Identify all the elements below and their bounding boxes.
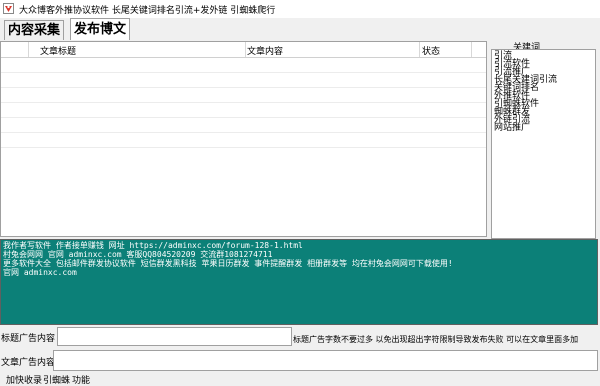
tab-attract-spider[interactable]: 引蜘蛛 — [43, 376, 70, 386]
table-header: 文章标题 文章内容 状态 — [1, 42, 486, 58]
tab-speed-index[interactable]: 加快收录 — [6, 376, 42, 386]
log-line: 官网 adminxc.com — [3, 268, 77, 277]
log-output[interactable]: 我作者写软件 作者接单赚钱 网址 https://adminxc.com/for… — [0, 239, 598, 325]
app-icon — [3, 3, 14, 14]
row-divider — [1, 132, 486, 133]
window-title: 大众博客外推协议软件 长尾关键词排名引流+发外链 引蜘蛛爬行 — [19, 6, 276, 16]
row-divider — [1, 117, 486, 118]
tab-functions[interactable]: 功能 — [72, 376, 90, 386]
keywords-textarea[interactable]: 引流 引流软件 引流推广 长尾关建词引流 关键词排名 外推软件 引蜘蛛软件 蜘蛛… — [491, 49, 596, 239]
ad-title-hint: 标题广告字数不要过多 以免出现超出字符限制导致发布失败 可以在文章里面多加 — [293, 335, 579, 344]
column-separator — [471, 42, 472, 57]
column-header-title[interactable]: 文章标题 — [40, 44, 76, 57]
ad-content-label: 文章广告内容 — [1, 358, 56, 368]
ad-title-input[interactable] — [57, 327, 292, 346]
row-divider — [1, 87, 486, 88]
tab-content-collect[interactable]: 内容采集 — [4, 20, 65, 40]
row-divider — [1, 102, 486, 103]
keyword-item: 网站推广 — [494, 123, 531, 133]
title-bar: 大众博客外推协议软件 长尾关键词排名引流+发外链 引蜘蛛爬行 — [0, 0, 600, 18]
ad-content-input[interactable] — [53, 350, 598, 371]
row-divider — [1, 72, 486, 73]
article-table[interactable]: 文章标题 文章内容 状态 — [0, 41, 487, 237]
column-header-content[interactable]: 文章内容 — [247, 44, 283, 57]
column-separator — [245, 42, 246, 57]
column-separator — [419, 42, 420, 57]
tab-bar: 内容采集 发布博文 — [0, 18, 600, 40]
column-separator — [28, 42, 29, 57]
row-divider — [1, 147, 486, 148]
tab-publish-post[interactable]: 发布博文 — [70, 18, 131, 40]
ad-title-label: 标题广告内容 — [1, 334, 56, 344]
column-header-status[interactable]: 状态 — [422, 44, 440, 57]
